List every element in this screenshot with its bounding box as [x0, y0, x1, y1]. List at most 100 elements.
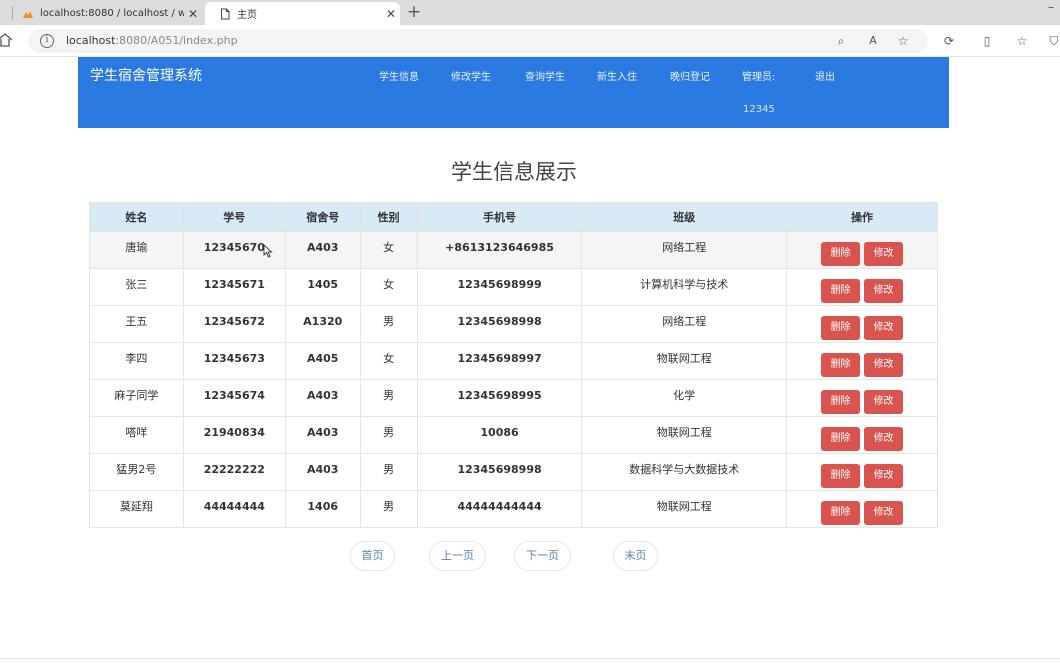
edit-button[interactable]: 修改 [864, 427, 904, 451]
cell-class: 物联网工程 [581, 490, 788, 528]
browser-essentials-icon[interactable]: ⛉ [1045, 32, 1060, 50]
cell-phone: +8613123646985 [416, 231, 583, 269]
zoom-icon[interactable]: ⌕ [832, 32, 850, 50]
col-student-id: 学号 [182, 202, 286, 232]
cell-actions: 删除 修改 [786, 416, 938, 454]
delete-button[interactable]: 删除 [821, 390, 861, 414]
cell-class: 网络工程 [581, 231, 788, 269]
cell-name: 唐瑜 [89, 231, 184, 269]
favorites-icon[interactable]: ☆ [1013, 32, 1031, 50]
cell-actions: 删除 修改 [786, 379, 938, 417]
delete-button[interactable]: 删除 [821, 242, 861, 266]
col-class: 班级 [581, 202, 788, 232]
table-row: 麻子同学 12345674 A403 男 12345698995 化学 删除 修改 [89, 379, 938, 417]
extensions-icon[interactable]: ⟳ [940, 32, 958, 50]
students-table: 姓名 学号 宿舍号 性别 手机号 班级 操作 唐瑜 12345670 A403 女 +8… [89, 202, 938, 528]
nav-logout[interactable]: 退出 [815, 68, 835, 83]
cell-name: 麻子同学 [89, 379, 184, 417]
cell-class: 计算机科学与技术 [581, 268, 788, 306]
table-header-row: 姓名 学号 宿舍号 性别 手机号 班级 操作 [89, 202, 938, 232]
delete-button[interactable]: 删除 [821, 353, 861, 377]
tab-home[interactable]: 主页 ✕ [205, 2, 400, 25]
cell-dorm: A403 [284, 379, 361, 417]
close-tab-icon[interactable]: ✕ [184, 7, 202, 21]
cell-gender: 男 [359, 453, 418, 491]
edit-button[interactable]: 修改 [864, 390, 904, 414]
table-row: 王五 12345672 A1320 男 12345698998 网络工程 删除 修改 [89, 305, 938, 343]
admin-name: 12345 [743, 104, 775, 115]
cell-gender: 男 [359, 305, 418, 343]
delete-button[interactable]: 删除 [821, 279, 861, 303]
cell-gender: 女 [359, 342, 418, 380]
site-header: 学生宿舍管理系统 学生信息 修改学生 查询学生 新生入住 晚归登记 管理员: 退… [78, 57, 949, 128]
close-tab-icon[interactable]: ✕ [382, 7, 400, 21]
cell-phone: 12345698995 [416, 379, 583, 417]
cell-student-id: 12345673 [182, 342, 286, 380]
cell-dorm: 1405 [284, 268, 361, 306]
table-row: 张三 12345671 1405 女 12345698999 计算机科学与技术 删除 修改 [89, 268, 938, 306]
page-icon [221, 8, 230, 19]
nav-edit-student[interactable]: 修改学生 [451, 68, 491, 83]
site-brand[interactable]: 学生宿舍管理系统 [90, 65, 202, 85]
home-icon[interactable] [0, 32, 14, 48]
delete-button[interactable]: 删除 [821, 427, 861, 451]
site-info-icon[interactable]: i [40, 34, 54, 48]
col-phone: 手机号 [416, 202, 583, 232]
col-actions: 操作 [786, 202, 938, 232]
table-row: 猛男2号 22222222 A403 男 12345698998 数据科学与大数据技术 删除… [89, 453, 938, 491]
nav-admin-label: 管理员: [742, 72, 776, 83]
cell-actions: 删除 修改 [786, 453, 938, 491]
split-screen-icon[interactable]: ▯ [978, 32, 996, 50]
cell-class: 化学 [581, 379, 788, 417]
cell-actions: 删除 修改 [786, 342, 938, 380]
col-name: 姓名 [89, 202, 184, 232]
cell-gender: 男 [359, 379, 418, 417]
cell-phone: 12345698999 [416, 268, 583, 306]
table-body: 唐瑜 12345670 A403 女 +8613123646985 网络工程 删除 修改 张三 1… [89, 231, 938, 528]
tab-title: 主页 [237, 10, 257, 21]
cell-gender: 女 [359, 268, 418, 306]
url-text: localhost:8080/A051/index.php [66, 34, 238, 47]
new-tab-icon[interactable]: + [404, 2, 424, 22]
nav-late-return[interactable]: 晚归登记 [670, 68, 710, 83]
table-row: 李四 12345673 A405 女 12345698997 物联网工程 删除 修改 [89, 342, 938, 380]
delete-button[interactable]: 删除 [821, 501, 861, 525]
edit-button[interactable]: 修改 [864, 501, 904, 525]
cell-name: 莫延翔 [89, 490, 184, 528]
delete-button[interactable]: 删除 [821, 464, 861, 488]
cell-student-id: 22222222 [182, 453, 286, 491]
edit-button[interactable]: 修改 [864, 242, 904, 266]
cell-gender: 女 [359, 231, 418, 269]
cell-actions: 删除 修改 [786, 231, 938, 269]
edit-button[interactable]: 修改 [864, 464, 904, 488]
url-path: :8080/A051/index.php [115, 34, 238, 47]
cell-dorm: A1320 [284, 305, 361, 343]
cell-student-id: 12345671 [182, 268, 286, 306]
cell-actions: 删除 修改 [786, 305, 938, 343]
edit-button[interactable]: 修改 [864, 353, 904, 377]
page-title: 学生信息展示 [451, 160, 577, 184]
url-field[interactable]: i localhost:8080/A051/index.php ⌕ A ☆ [28, 29, 928, 53]
minimize-icon[interactable]: – [1048, 0, 1060, 20]
nav-new-checkin[interactable]: 新生入住 [597, 68, 637, 83]
pager-first[interactable]: 首页 [350, 541, 395, 571]
delete-button[interactable]: 删除 [821, 316, 861, 340]
phpmyadmin-favicon-icon [23, 10, 33, 18]
cell-class: 物联网工程 [581, 342, 788, 380]
nav-query-student[interactable]: 查询学生 [525, 68, 565, 83]
cell-student-id: 12345672 [182, 305, 286, 343]
pager-next[interactable]: 下一页 [514, 541, 571, 571]
read-aloud-icon[interactable]: A [864, 32, 882, 50]
pager-last[interactable]: 末页 [613, 541, 658, 571]
tab-title: localhost:8080 / localhost / work [40, 8, 184, 19]
cell-gender: 男 [359, 490, 418, 528]
edit-button[interactable]: 修改 [864, 279, 904, 303]
pager-prev[interactable]: 上一页 [429, 541, 486, 571]
favorite-star-icon[interactable]: ☆ [894, 32, 912, 50]
edit-button[interactable]: 修改 [864, 316, 904, 340]
tab-phpmyadmin[interactable]: localhost:8080 / localhost / work ✕ [16, 2, 202, 25]
cell-student-id: 12345674 [182, 379, 286, 417]
col-gender: 性别 [359, 202, 418, 232]
nav-student-info[interactable]: 学生信息 [379, 68, 419, 83]
cell-phone: 10086 [416, 416, 583, 454]
